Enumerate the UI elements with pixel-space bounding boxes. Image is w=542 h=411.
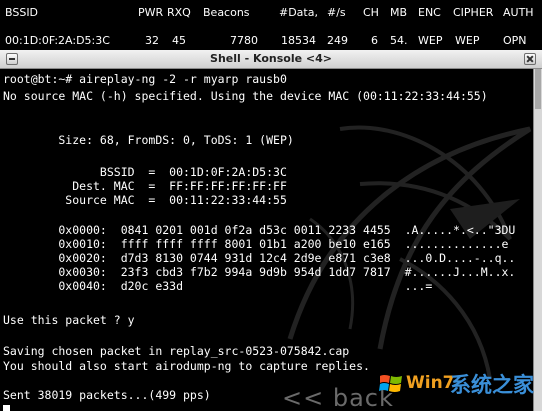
win7-watermark: Win7 系统之家 (372, 361, 542, 411)
airodump-table: BSSID PWR RXQ Beacons #Data, #/s CH MB E… (0, 0, 542, 50)
window-titlebar[interactable]: Shell - Konsole <4> (0, 50, 542, 69)
window-menu-icon[interactable] (6, 53, 18, 65)
hexdump-line: 0x0010: ffff ffff ffff 8001 01b1 a200 be… (3, 237, 509, 251)
col-bssid: BSSID (5, 6, 39, 19)
col-data: #Data, (279, 6, 318, 19)
row-enc: WEP (418, 34, 443, 47)
row-ch: 6 (371, 34, 378, 47)
hexdump-line: 0x0040: d20c e33d ...= (3, 279, 433, 293)
col-ch: CH (363, 6, 379, 19)
row-data: 18534 (281, 34, 316, 47)
row-bssid: 00:1D:0F:2A:D5:3C (5, 34, 110, 47)
terminal-line: BSSID = 00:1D:0F:2A:D5:3C (3, 165, 287, 179)
col-auth: AUTH (503, 6, 534, 19)
row-rate: 249 (327, 34, 348, 47)
row-auth: OPN (503, 34, 527, 47)
hexdump-line: 0x0030: 23f3 cbd3 f7b2 994a 9d9b 954d 1d… (3, 265, 516, 279)
terminal-line: You should also start airodump-ng to cap… (3, 359, 370, 373)
terminal-line: Saving chosen packet in replay_src-0523-… (3, 344, 350, 358)
terminal-line: No source MAC (-h) specified. Using the … (3, 89, 488, 103)
hexdump-line: 0x0020: d7d3 8130 0744 931d 12c4 2d9e e8… (3, 251, 516, 265)
col-beacons: Beacons (203, 6, 250, 19)
terminal-output[interactable]: << back root@bt:~# aireplay-ng -2 -r mya… (0, 69, 532, 411)
terminal-line: Source MAC = 00:11:22:33:44:55 (3, 193, 287, 207)
terminal-line: root@bt:~# aireplay-ng -2 -r myarp rausb… (3, 72, 287, 86)
win7-brand-text: Win7 (406, 373, 455, 393)
scrollbar-thumb[interactable] (535, 69, 541, 109)
close-icon[interactable] (524, 53, 536, 65)
col-rate: #/s (327, 6, 346, 19)
terminal-line: Sent 38019 packets...(499 pps) (3, 388, 211, 402)
col-rxq: RXQ (167, 6, 191, 19)
konsole-window: Shell - Konsole <4> << back root@bt:~# a… (0, 50, 542, 411)
terminal-scrollbar[interactable] (533, 69, 542, 411)
row-beacons: 7780 (230, 34, 258, 47)
row-cipher: WEP (455, 34, 480, 47)
col-mb: MB (390, 6, 408, 19)
terminal-line: Dest. MAC = FF:FF:FF:FF:FF:FF (3, 179, 287, 193)
hexdump-line: 0x0000: 0841 0201 001d 0f2a d53c 0011 22… (3, 223, 516, 237)
terminal-line: Use this packet ? y (3, 313, 135, 327)
windows-logo-icon (379, 375, 402, 392)
col-cipher: CIPHER (453, 6, 494, 19)
window-title: Shell - Konsole <4> (210, 52, 332, 65)
terminal-cursor (3, 405, 10, 411)
row-pwr: 32 (145, 34, 159, 47)
row-rxq: 45 (172, 34, 186, 47)
win7-cn-text: 系统之家 (450, 373, 534, 397)
row-mb: 54. (390, 34, 408, 47)
col-enc: ENC (418, 6, 441, 19)
terminal-line: Size: 68, FromDS: 0, ToDS: 1 (WEP) (3, 133, 294, 147)
col-pwr: PWR (138, 6, 164, 19)
